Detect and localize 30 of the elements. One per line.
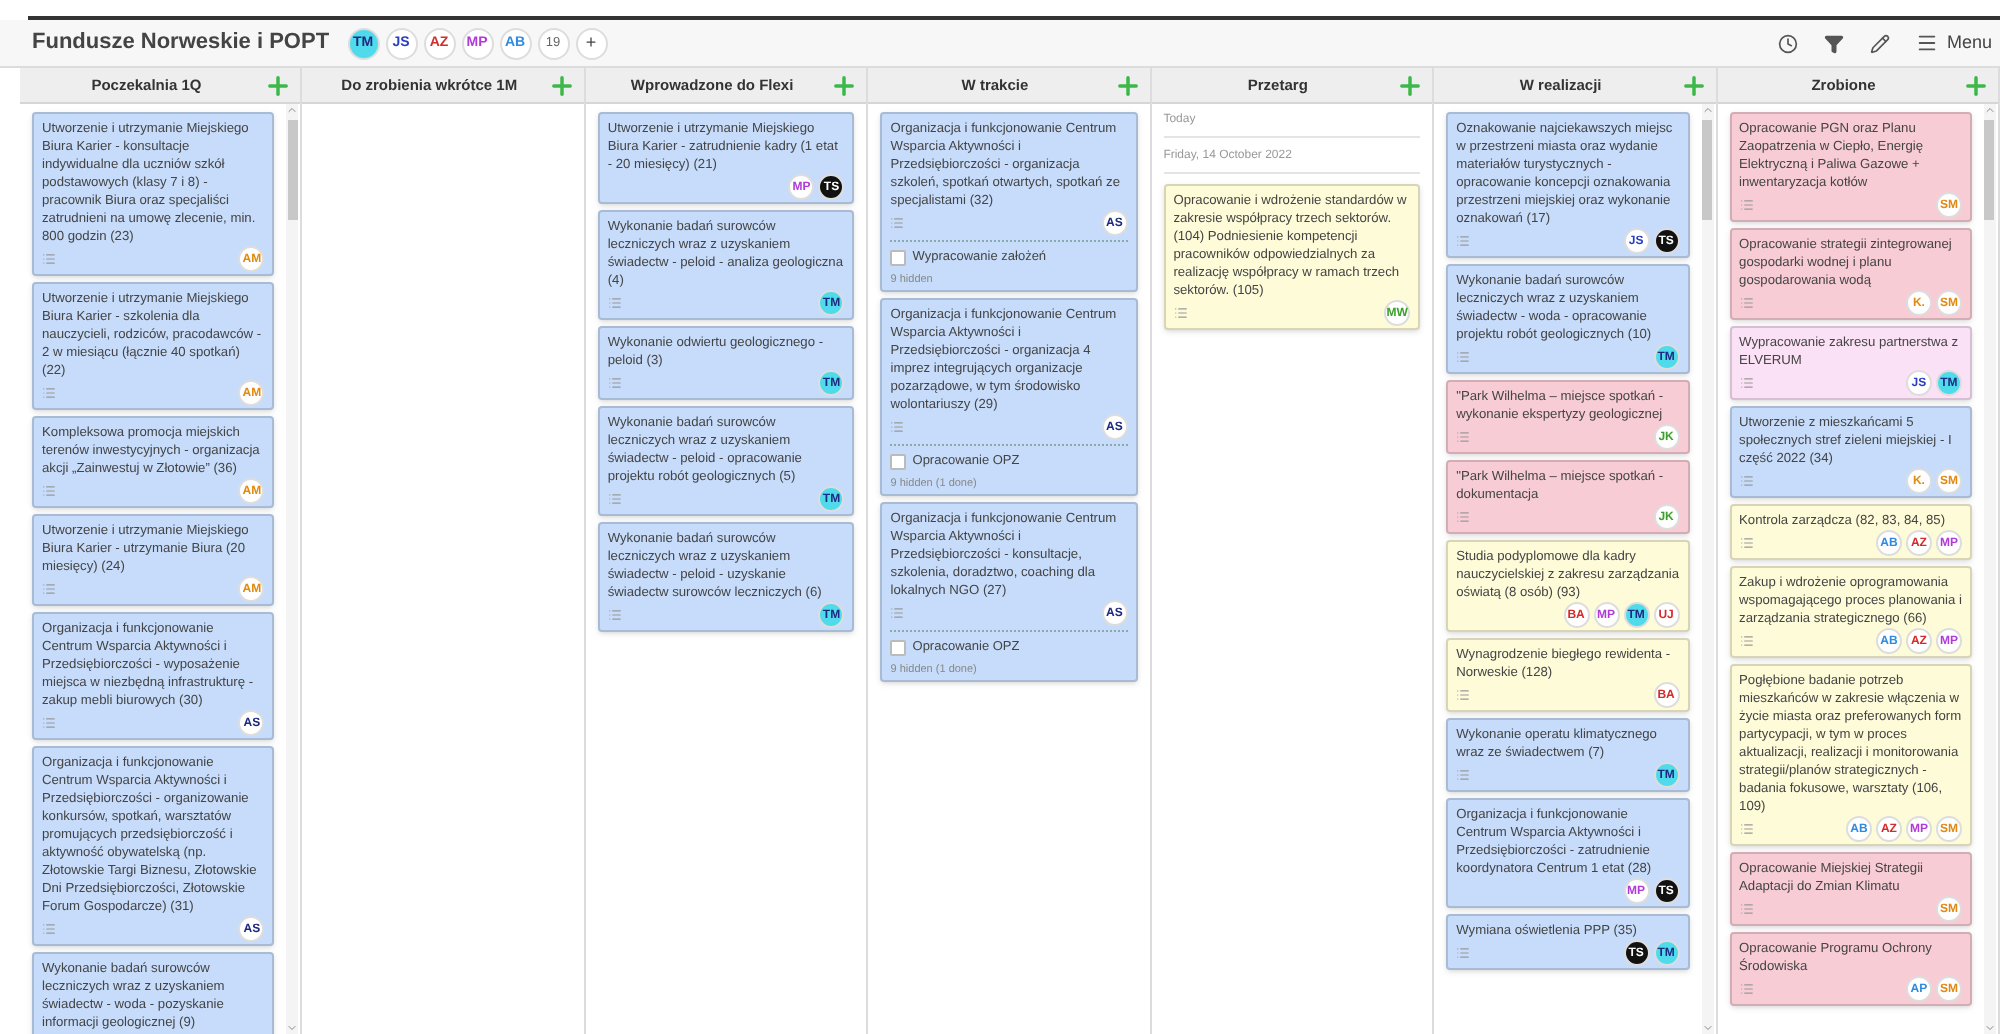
edit-icon[interactable] bbox=[1870, 33, 1891, 53]
scrollbar[interactable] bbox=[1701, 104, 1714, 1034]
add-card-icon[interactable] bbox=[830, 71, 859, 99]
task-card[interactable] bbox=[880, 298, 1138, 496]
add-card-icon[interactable] bbox=[1679, 71, 1708, 99]
scroll-up-icon[interactable] bbox=[1983, 104, 1996, 116]
scroll-down-icon[interactable] bbox=[1701, 1022, 1714, 1034]
scroll-down-icon[interactable] bbox=[286, 1022, 299, 1034]
add-card-icon[interactable] bbox=[1961, 71, 1990, 99]
scroll-up-icon[interactable] bbox=[1701, 104, 1714, 116]
history-icon[interactable] bbox=[1778, 33, 1799, 53]
menu-button[interactable]: Menu bbox=[1916, 29, 1992, 57]
scrollbar[interactable] bbox=[1983, 104, 1996, 1034]
menu-icon bbox=[1916, 32, 1939, 54]
add-card-icon[interactable] bbox=[1113, 71, 1142, 99]
checkbox[interactable] bbox=[890, 249, 907, 266]
board-title: Fundusze Norweskie i POPT bbox=[32, 28, 330, 59]
scrollbar[interactable] bbox=[286, 104, 299, 1034]
checkbox[interactable] bbox=[890, 453, 907, 470]
add-card-icon[interactable] bbox=[1396, 71, 1425, 99]
add-card-icon[interactable] bbox=[264, 71, 293, 99]
task-card[interactable] bbox=[32, 746, 275, 946]
task-card[interactable] bbox=[1729, 664, 1972, 846]
scroll-down-icon[interactable] bbox=[1983, 1022, 1996, 1034]
task-card[interactable] bbox=[32, 112, 275, 276]
add-member-button[interactable]: + bbox=[575, 27, 608, 59]
checkbox[interactable] bbox=[890, 639, 907, 656]
add-card-icon[interactable] bbox=[547, 71, 576, 99]
scroll-up-icon[interactable] bbox=[286, 104, 299, 116]
filter-icon[interactable] bbox=[1824, 33, 1845, 53]
